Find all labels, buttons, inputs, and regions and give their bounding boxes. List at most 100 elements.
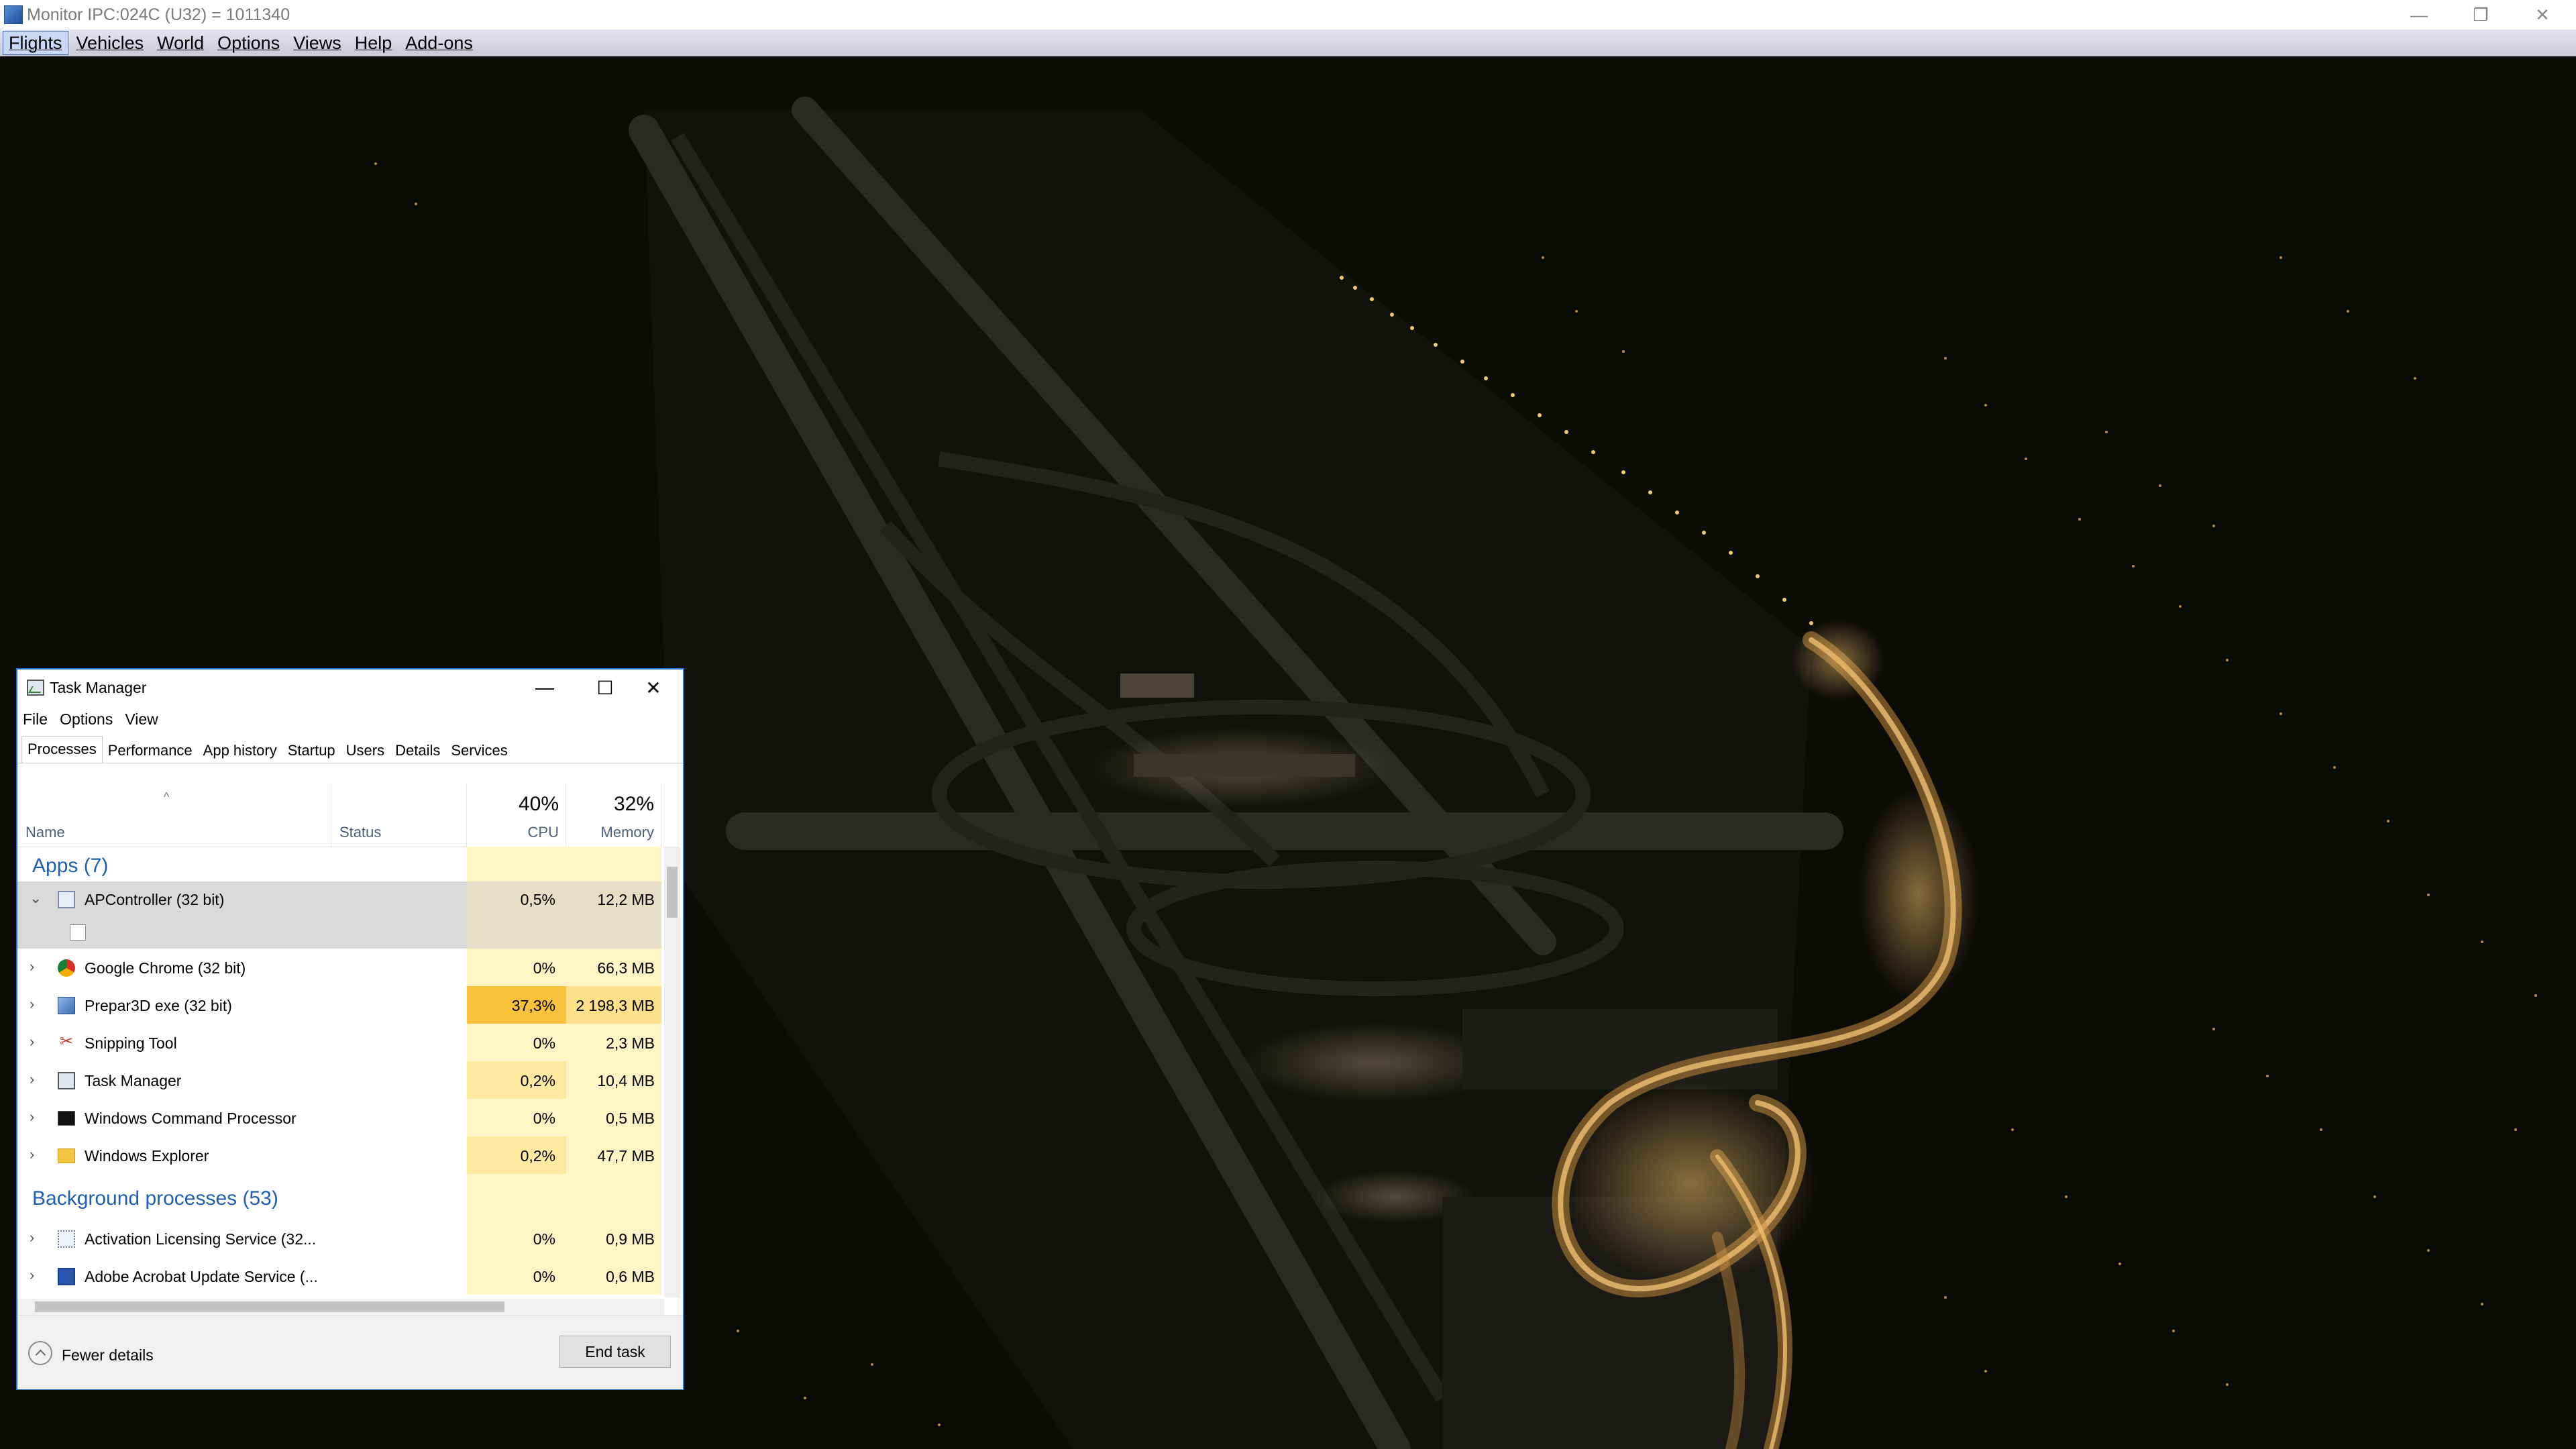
tab-startup[interactable]: Startup bbox=[282, 738, 341, 763]
tab-users[interactable]: Users bbox=[341, 738, 390, 763]
tm-tabs: Processes Performance App history Startu… bbox=[21, 735, 513, 763]
task-manager-window[interactable]: Task Manager — ☐ ✕ File Options View Pro… bbox=[16, 668, 684, 1390]
fewer-details-link[interactable]: Fewer details bbox=[62, 1346, 154, 1364]
process-memory: 66,3 MB bbox=[597, 959, 655, 977]
process-row[interactable]: › ✂ Snipping Tool 0% 2,3 MB bbox=[17, 1024, 661, 1061]
process-cpu: 0% bbox=[533, 1034, 555, 1052]
process-memory: 47,7 MB bbox=[597, 1147, 655, 1165]
close-icon: ✕ bbox=[645, 677, 661, 698]
cmd-icon bbox=[58, 1111, 75, 1126]
menu-flights[interactable]: Flights bbox=[3, 31, 68, 55]
close-icon: ✕ bbox=[2535, 4, 2550, 25]
group-label-background: Background processes (53) bbox=[32, 1187, 278, 1210]
tab-app-history[interactable]: App history bbox=[198, 738, 282, 763]
process-row[interactable]: › Windows Explorer 0,2% 47,7 MB bbox=[17, 1136, 661, 1174]
folder-icon bbox=[58, 1148, 75, 1163]
end-task-button[interactable]: End task bbox=[559, 1336, 671, 1368]
chevron-right-icon[interactable]: › bbox=[30, 1033, 34, 1051]
scissors-icon: ✂ bbox=[59, 1032, 74, 1051]
process-name: APController (32 bit) bbox=[85, 891, 225, 908]
window-title: Monitor IPC:024C (U32) = 1011340 bbox=[27, 5, 290, 24]
chevron-up-circle-icon[interactable] bbox=[28, 1341, 52, 1365]
restore-button[interactable]: ❐ bbox=[2450, 0, 2512, 30]
process-name: Windows Explorer bbox=[85, 1147, 209, 1165]
chevron-right-icon[interactable]: › bbox=[30, 1071, 34, 1088]
restore-icon: ❐ bbox=[2473, 4, 2489, 25]
horizontal-scrollbar[interactable] bbox=[17, 1299, 664, 1315]
process-row[interactable]: › Prepar3D exe (32 bit) 37,3% 2 198,3 MB bbox=[17, 986, 661, 1024]
chevron-right-icon[interactable]: › bbox=[30, 958, 34, 975]
process-cpu: 0% bbox=[533, 1268, 555, 1285]
tm-menu-options[interactable]: Options bbox=[60, 710, 113, 729]
terminal-pier bbox=[1134, 754, 1355, 777]
task-manager-icon bbox=[27, 680, 44, 696]
menu-addons[interactable]: Add-ons bbox=[400, 32, 478, 54]
column-name[interactable]: ^ Name bbox=[17, 784, 331, 847]
menu-help[interactable]: Help bbox=[350, 32, 398, 54]
process-name: Activation Licensing Service (32... bbox=[85, 1230, 317, 1248]
process-name: Task Manager bbox=[85, 1072, 182, 1089]
process-name: Prepar3D exe (32 bit) bbox=[85, 997, 232, 1014]
end-task-label: End task bbox=[585, 1342, 645, 1360]
menu-views[interactable]: Views bbox=[288, 32, 347, 54]
column-cpu-label: CPU bbox=[527, 824, 559, 841]
process-cpu: 0% bbox=[533, 1110, 555, 1127]
process-name: Snipping Tool bbox=[85, 1034, 177, 1052]
column-memory[interactable]: 32% Memory bbox=[566, 784, 661, 847]
process-cpu: 0% bbox=[533, 959, 555, 977]
process-memory: 0,5 MB bbox=[606, 1110, 655, 1127]
tab-performance[interactable]: Performance bbox=[103, 738, 198, 763]
chevron-down-icon[interactable]: ⌄ bbox=[30, 890, 42, 907]
chevron-right-icon[interactable]: › bbox=[30, 996, 34, 1013]
tab-processes[interactable]: Processes bbox=[21, 736, 103, 763]
process-name: Windows Command Processor bbox=[85, 1110, 297, 1127]
tm-menu-file[interactable]: File bbox=[23, 710, 48, 729]
minimize-button[interactable]: — bbox=[2388, 0, 2450, 30]
maximize-icon: ☐ bbox=[596, 677, 614, 698]
task-manager-title-bar[interactable]: Task Manager — ☐ ✕ bbox=[17, 669, 683, 706]
process-name: Google Chrome (32 bit) bbox=[85, 959, 246, 977]
process-list[interactable]: Apps (7) ⌄ APController (32 bit) 0,5% 12… bbox=[17, 847, 661, 1303]
minimize-icon: — bbox=[535, 677, 554, 698]
horizontal-scroll-thumb[interactable] bbox=[35, 1301, 504, 1312]
process-memory: 0,9 MB bbox=[606, 1230, 655, 1248]
process-cpu: 0,2% bbox=[520, 1072, 555, 1089]
service-icon bbox=[58, 1268, 75, 1285]
task-manager-title: Task Manager bbox=[50, 678, 147, 696]
task-manager-icon bbox=[58, 1072, 75, 1089]
tm-minimize-button[interactable]: — bbox=[515, 669, 574, 706]
chevron-right-icon[interactable]: › bbox=[30, 1229, 34, 1246]
tab-services[interactable]: Services bbox=[445, 738, 513, 763]
memory-cell bbox=[566, 847, 661, 881]
menu-vehicles[interactable]: Vehicles bbox=[71, 32, 150, 54]
menu-options[interactable]: Options bbox=[212, 32, 285, 54]
sort-caret-icon: ^ bbox=[164, 790, 170, 804]
process-cpu: 0,2% bbox=[520, 1147, 555, 1165]
memory-total-percent: 32% bbox=[613, 793, 654, 815]
tm-close-button[interactable]: ✕ bbox=[624, 669, 683, 706]
column-status[interactable]: Status bbox=[331, 784, 467, 847]
process-row[interactable]: › Adobe Acrobat Update Service (... 0% 0… bbox=[17, 1257, 661, 1295]
process-row[interactable]: ⌄ APController (32 bit) 0,5% 12,2 MB bbox=[17, 881, 661, 949]
chevron-right-icon[interactable]: › bbox=[30, 1146, 34, 1163]
chevron-right-icon[interactable]: › bbox=[30, 1267, 34, 1284]
minimize-icon: — bbox=[2410, 4, 2428, 25]
chevron-right-icon[interactable]: › bbox=[30, 1108, 34, 1126]
menu-world[interactable]: World bbox=[152, 32, 209, 54]
process-row[interactable]: › Windows Command Processor 0% 0,5 MB bbox=[17, 1099, 661, 1136]
tab-details[interactable]: Details bbox=[390, 738, 445, 763]
tm-menu-view[interactable]: View bbox=[125, 710, 158, 729]
terminal-building bbox=[1120, 674, 1194, 698]
process-row[interactable]: › Google Chrome (32 bit) 0% 66,3 MB bbox=[17, 949, 661, 986]
process-row[interactable]: › Task Manager 0,2% 10,4 MB bbox=[17, 1061, 661, 1099]
window-title-bar[interactable]: Monitor IPC:024C (U32) = 1011340 — ❐ ✕ bbox=[0, 0, 2576, 30]
vertical-scroll-thumb[interactable] bbox=[667, 867, 678, 918]
service-icon bbox=[58, 1230, 75, 1248]
column-name-label: Name bbox=[25, 824, 65, 841]
process-row[interactable]: › Activation Licensing Service (32... 0%… bbox=[17, 1220, 661, 1257]
highway-glow-2 bbox=[1858, 788, 1979, 1002]
close-button[interactable]: ✕ bbox=[2512, 0, 2573, 30]
column-cpu[interactable]: 40% CPU bbox=[467, 784, 566, 847]
vertical-scrollbar[interactable] bbox=[664, 847, 680, 1297]
column-status-label: Status bbox=[339, 824, 382, 841]
